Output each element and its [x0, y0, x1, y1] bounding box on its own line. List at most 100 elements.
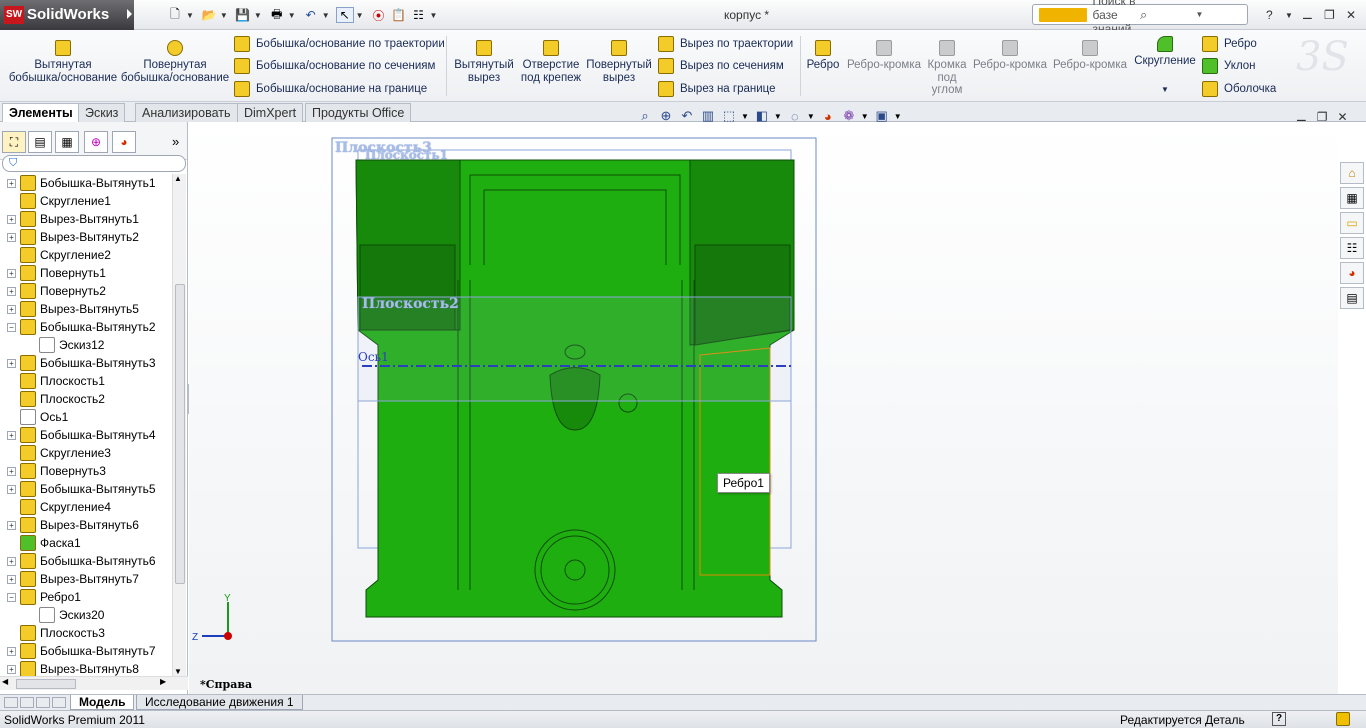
- expand-toggle-icon[interactable]: +: [7, 646, 16, 656]
- section-view-icon[interactable]: ▥: [699, 107, 717, 125]
- appearances-icon[interactable]: ◕: [1340, 262, 1364, 284]
- revolved-boss-button[interactable]: Повернутая бобышка/основание: [120, 40, 230, 84]
- edge-flange-button-3[interactable]: Ребро-кромка: [1052, 40, 1128, 72]
- print-dropdown-icon[interactable]: ▼: [288, 11, 296, 20]
- view-settings-icon[interactable]: ▣: [873, 107, 891, 125]
- select-pointer-icon[interactable]: ↖: [335, 7, 354, 23]
- expand-toggle-icon[interactable]: +: [7, 466, 16, 476]
- viewport-close-button[interactable]: ✕: [1338, 110, 1348, 124]
- help-dropdown-icon[interactable]: ▼: [1285, 11, 1293, 20]
- more-tabs-chevron-icon[interactable]: »: [172, 134, 179, 149]
- tab-office-products[interactable]: Продукты Office: [305, 103, 412, 122]
- scene-dropdown-icon[interactable]: ▼: [861, 112, 869, 121]
- tree-item[interactable]: + Вырез-Вытянуть5: [0, 300, 139, 318]
- expand-toggle-icon[interactable]: −: [7, 592, 16, 602]
- scroll-right-icon[interactable]: ▶: [160, 677, 166, 686]
- hide-show-dropdown-icon[interactable]: ▼: [807, 112, 815, 121]
- options-icon[interactable]: ☷: [410, 7, 428, 23]
- expand-toggle-icon[interactable]: +: [7, 556, 16, 566]
- knowledge-base-search[interactable]: Поиск в базе знаний ⌕ ▼: [1032, 0, 1248, 36]
- tree-item[interactable]: + Вырез-Вытянуть6: [0, 516, 139, 534]
- tree-horizontal-scrollbar[interactable]: ◀ ▶: [0, 676, 188, 690]
- close-button[interactable]: ✕: [1346, 8, 1356, 22]
- scroll-thumb[interactable]: [16, 679, 76, 689]
- solidworks-menu-button[interactable]: SW SolidWorks: [0, 0, 134, 30]
- tree-item[interactable]: + Повернуть1: [0, 264, 106, 282]
- apply-scene-icon[interactable]: ❁: [840, 107, 858, 125]
- open-folder-icon[interactable]: 📂: [200, 7, 218, 23]
- swept-boss-button[interactable]: Бобышка/основание по траектории: [234, 36, 445, 52]
- expand-toggle-icon[interactable]: +: [7, 286, 16, 296]
- tab-model[interactable]: Модель: [70, 695, 135, 710]
- tab-dimxpert[interactable]: DimXpert: [237, 103, 304, 122]
- lofted-boss-button[interactable]: Бобышка/основание по сечениям: [234, 58, 435, 74]
- tree-item[interactable]: + Вырез-Вытянуть8: [0, 660, 139, 676]
- print-icon[interactable]: 🖶: [268, 7, 286, 23]
- next-tab-nav-icon[interactable]: [36, 697, 50, 708]
- tree-item[interactable]: + Вырез-Вытянуть1: [0, 210, 139, 228]
- scroll-thumb[interactable]: [175, 284, 185, 584]
- revolved-cut-button[interactable]: Повернутый вырез: [586, 40, 652, 84]
- undo-dropdown-icon[interactable]: ▼: [322, 11, 330, 20]
- configuration-manager-tab-icon[interactable]: ▦: [55, 131, 79, 153]
- previous-view-icon[interactable]: ↶: [678, 107, 696, 125]
- tree-item[interactable]: + Бобышка-Вытянуть5: [0, 480, 156, 498]
- tree-item[interactable]: Ось1: [0, 408, 68, 426]
- boundary-cut-button[interactable]: Вырез на границе: [658, 81, 776, 97]
- tree-item[interactable]: + Вырез-Вытянуть7: [0, 570, 139, 588]
- graphics-area[interactable]: [189, 122, 1338, 694]
- view-palette-icon[interactable]: ☷: [1340, 237, 1364, 259]
- tab-evaluate[interactable]: Анализировать: [135, 103, 238, 122]
- file-explorer-icon[interactable]: ▭: [1340, 212, 1364, 234]
- new-dropdown-icon[interactable]: ▼: [186, 11, 194, 20]
- fillet-dropdown-icon[interactable]: ▼: [1132, 84, 1198, 97]
- tree-item[interactable]: Скругление2: [0, 246, 111, 264]
- minimize-button[interactable]: ⚊: [1302, 8, 1313, 22]
- tree-item[interactable]: Фаска1: [0, 534, 81, 552]
- display-manager-tab-icon[interactable]: ◕: [112, 131, 136, 153]
- tree-item[interactable]: Скругление4: [0, 498, 111, 516]
- extruded-boss-button[interactable]: Вытянутая бобышка/основание: [8, 40, 118, 84]
- tree-item[interactable]: + Вырез-Вытянуть2: [0, 228, 139, 246]
- file-properties-icon[interactable]: 📋: [390, 7, 408, 23]
- view-orientation-icon[interactable]: ⬚: [720, 107, 738, 125]
- expand-toggle-icon[interactable]: +: [7, 430, 16, 440]
- tree-item[interactable]: + Повернуть2: [0, 282, 106, 300]
- edit-appearance-icon[interactable]: ◕: [819, 107, 837, 125]
- help-button[interactable]: ?: [1266, 8, 1273, 22]
- tree-item[interactable]: Плоскость1: [0, 372, 105, 390]
- tab-features[interactable]: Элементы: [2, 103, 80, 122]
- tab-motion-study[interactable]: Исследование движения 1: [136, 695, 303, 710]
- save-dropdown-icon[interactable]: ▼: [254, 11, 262, 20]
- expand-toggle-icon[interactable]: +: [7, 214, 16, 224]
- rib-button[interactable]: Ребро: [1202, 36, 1257, 52]
- new-document-icon[interactable]: 🗋: [166, 7, 184, 23]
- expand-toggle-icon[interactable]: +: [7, 574, 16, 584]
- expand-toggle-icon[interactable]: +: [7, 520, 16, 530]
- tree-item[interactable]: + Бобышка-Вытянуть3: [0, 354, 156, 372]
- options-dropdown-icon[interactable]: ▼: [430, 11, 438, 20]
- edge-flange-button-2[interactable]: Ребро-кромка: [972, 40, 1048, 72]
- select-dropdown-icon[interactable]: ▼: [356, 11, 364, 20]
- tree-item[interactable]: + Бобышка-Вытянуть1: [0, 174, 156, 192]
- tree-filter[interactable]: ⛉: [2, 155, 186, 172]
- expand-toggle-icon[interactable]: −: [7, 322, 16, 332]
- view-orientation-dropdown-icon[interactable]: ▼: [741, 112, 749, 121]
- tree-item[interactable]: + Бобышка-Вытянуть4: [0, 426, 156, 444]
- expand-toggle-icon[interactable]: +: [7, 664, 16, 674]
- expand-toggle-icon[interactable]: +: [7, 484, 16, 494]
- tab-sketch[interactable]: Эскиз: [78, 103, 126, 122]
- save-icon[interactable]: 💾: [234, 7, 252, 23]
- first-tab-nav-icon[interactable]: [4, 697, 18, 708]
- undo-icon[interactable]: ↶: [302, 7, 320, 23]
- expand-toggle-icon[interactable]: +: [7, 232, 16, 242]
- scroll-down-icon[interactable]: ▼: [174, 667, 182, 676]
- edge-flange-button-1[interactable]: Ребро-кромка: [846, 40, 922, 72]
- tree-item[interactable]: + Бобышка-Вытянуть7: [0, 642, 156, 660]
- open-dropdown-icon[interactable]: ▼: [220, 11, 228, 20]
- search-icon[interactable]: ⌕: [1140, 7, 1188, 23]
- tree-item[interactable]: Плоскость3: [0, 624, 105, 642]
- tree-item[interactable]: − Бобышка-Вытянуть2: [0, 318, 156, 336]
- zoom-to-area-icon[interactable]: ⊕: [657, 107, 675, 125]
- hide-show-items-icon[interactable]: ◌: [786, 107, 804, 125]
